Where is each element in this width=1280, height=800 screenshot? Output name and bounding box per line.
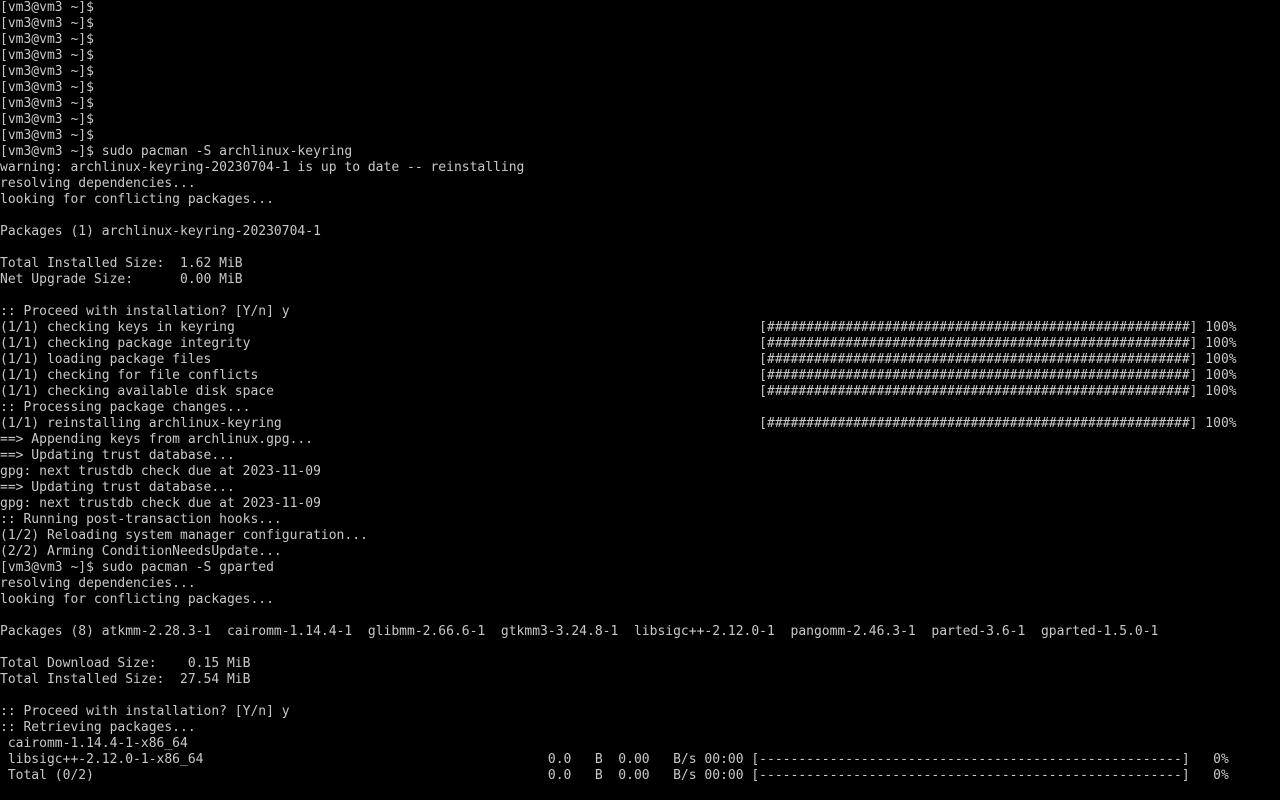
terminal-line: (1/1) loading package files [###########…: [0, 352, 1237, 367]
terminal-line: (1/1) checking package integrity [######…: [0, 336, 1237, 351]
terminal-line: (1/1) checking for file conflicts [#####…: [0, 368, 1237, 383]
terminal-line: [vm3@vm3 ~]$: [0, 80, 94, 95]
terminal-line: ==> Updating trust database...: [0, 480, 235, 495]
terminal-line: looking for conflicting packages...: [0, 192, 274, 207]
terminal-line: Total Download Size: 0.15 MiB: [0, 656, 251, 671]
terminal-line: [vm3@vm3 ~]$ sudo pacman -S archlinux-ke…: [0, 144, 353, 159]
terminal-line: Total Installed Size: 27.54 MiB: [0, 672, 251, 687]
terminal-line: ==> Updating trust database...: [0, 448, 235, 463]
terminal-line: :: Retrieving packages...: [0, 720, 196, 735]
terminal-line: (2/2) Arming ConditionNeedsUpdate...: [0, 544, 282, 559]
terminal-line: Net Upgrade Size: 0.00 MiB: [0, 272, 243, 287]
terminal-line: (1/1) checking keys in keyring [########…: [0, 320, 1237, 335]
terminal-line: gpg: next trustdb check due at 2023-11-0…: [0, 496, 321, 511]
terminal-line: gpg: next trustdb check due at 2023-11-0…: [0, 464, 321, 479]
terminal-line: ==> Appending keys from archlinux.gpg...: [0, 432, 314, 447]
terminal-line: :: Proceed with installation? [Y/n] y: [0, 704, 290, 719]
terminal-line: [vm3@vm3 ~]$: [0, 128, 94, 143]
terminal-line: warning: archlinux-keyring-20230704-1 is…: [0, 160, 525, 175]
terminal-line: cairomm-1.14.4-1-x86_64: [0, 736, 188, 751]
terminal-line: looking for conflicting packages...: [0, 592, 274, 607]
terminal-line: [vm3@vm3 ~]$: [0, 64, 94, 79]
terminal-line: [vm3@vm3 ~]$: [0, 32, 94, 47]
terminal-line: :: Processing package changes...: [0, 400, 251, 415]
terminal-line: (1/1) reinstalling archlinux-keyring [##…: [0, 416, 1237, 431]
terminal-line: resolving dependencies...: [0, 576, 196, 591]
terminal-line: resolving dependencies...: [0, 176, 196, 191]
terminal-line: [vm3@vm3 ~]$: [0, 48, 94, 63]
terminal-line: (1/1) checking available disk space [###…: [0, 384, 1237, 399]
terminal-line: [vm3@vm3 ~]$: [0, 112, 94, 127]
terminal-line: :: Proceed with installation? [Y/n] y: [0, 304, 290, 319]
terminal-line: [vm3@vm3 ~]$: [0, 96, 94, 111]
terminal-console[interactable]: [vm3@vm3 ~]$ [vm3@vm3 ~]$ [vm3@vm3 ~]$ […: [0, 0, 1280, 800]
terminal-line: Packages (1) archlinux-keyring-20230704-…: [0, 224, 321, 239]
terminal-line: Total (0/2) 0.0 B 0.00 B/s 00:00 [------…: [0, 768, 1229, 783]
terminal-line: Packages (8) atkmm-2.28.3-1 cairomm-1.14…: [0, 624, 1159, 639]
terminal-line: [vm3@vm3 ~]$: [0, 0, 94, 15]
terminal-line: Total Installed Size: 1.62 MiB: [0, 256, 243, 271]
terminal-line: [vm3@vm3 ~]$ sudo pacman -S gparted: [0, 560, 274, 575]
terminal-line: libsigc++-2.12.0-1-x86_64 0.0 B 0.00 B/s…: [0, 752, 1229, 767]
terminal-line: [vm3@vm3 ~]$: [0, 16, 94, 31]
terminal-line: :: Running post-transaction hooks...: [0, 512, 282, 527]
terminal-line: (1/2) Reloading system manager configura…: [0, 528, 368, 543]
